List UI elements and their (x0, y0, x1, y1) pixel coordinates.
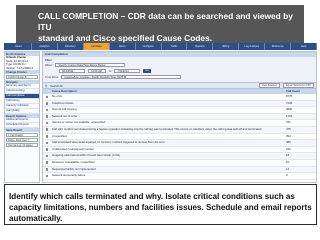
tab-call-data[interactable]: Call Data (83, 43, 110, 50)
count-cell: 239 (286, 146, 291, 151)
table-row[interactable]: Unspecified 394 (43, 134, 316, 141)
main-panel: Call Completion Filter When Specify Cust… (42, 51, 317, 183)
from-time-input[interactable]: 12:00 AM (88, 69, 106, 73)
cause-cell: Network out of order (52, 113, 78, 118)
search-all-label[interactable]: Search All (50, 84, 63, 88)
save-report-header: Save Report (5, 128, 39, 133)
cluster-select[interactable]: CUCM Cluster B (6, 75, 38, 80)
count-cell: 14 (286, 166, 290, 171)
tab-traffic[interactable]: Traffic (162, 43, 188, 50)
table-row[interactable]: Network out of order 1133 (43, 113, 316, 121)
row-checkbox[interactable] (45, 128, 49, 132)
title-banner: CALL COMPLETION – CDR data can be search… (16, 5, 304, 43)
table-row[interactable]: Requested facility not implemented 14 (43, 166, 316, 174)
saved-report-select[interactable]: 1 Call Quality (6, 133, 38, 138)
cause-cell: Outgoing calls barred within Closed User… (52, 153, 121, 158)
table-row[interactable]: Outgoing calls barred within Closed User… (43, 153, 316, 160)
tab-analytics[interactable]: Analytics (32, 43, 58, 50)
view-selected-button[interactable]: View Selected (258, 82, 280, 89)
tab-log-analysis[interactable]: Log Analysis (239, 43, 266, 50)
count-cell: 9 (286, 173, 288, 178)
row-checkbox[interactable] (45, 168, 49, 171)
export-select[interactable]: Internal Log_ful jasper (6, 143, 38, 148)
date-range-row: 8/14/2011 12:00 AM to 7/11/2013 Go (59, 69, 151, 73)
cause-cell: Call split. A call is terminated during … (52, 126, 263, 131)
tab-reports[interactable]: Reports (187, 43, 214, 50)
table-row[interactable]: Call split. A call is terminated during … (43, 126, 316, 134)
cause-cell: Unspecified (52, 133, 67, 138)
tab-billing[interactable]: Billing (213, 43, 240, 50)
from-date-input[interactable]: 8/14/2011 (59, 69, 85, 73)
count-cell: 475 (286, 126, 291, 131)
row-checkbox[interactable] (45, 135, 49, 138)
when-select[interactable]: Specify Custom Date/Time Range Below (55, 63, 126, 67)
row-checkbox[interactable] (45, 148, 49, 151)
timezone-select[interactable]: America/Los_Angeles - Pacific Daylight T… (61, 75, 182, 79)
row-checkbox[interactable] (45, 95, 49, 99)
count-cell: 781 (286, 120, 291, 125)
row-checkbox[interactable] (45, 174, 49, 178)
table-row[interactable]: Resource unavailable, unspecified 16 (43, 160, 316, 167)
row-checkbox[interactable] (45, 154, 49, 158)
table-row[interactable]: Telephony blocks 7445 (43, 100, 316, 108)
row-checkbox[interactable] (45, 141, 49, 145)
go-button[interactable]: Go (143, 69, 151, 73)
table-row[interactable]: Normal call clearing 3890 (43, 107, 316, 114)
row-checkbox[interactable] (45, 121, 49, 125)
when-row: When Specify Custom Date/Time Range Belo… (45, 63, 126, 67)
timezone-label: Time Zone (45, 75, 59, 79)
tab-alerts[interactable]: Alerts (110, 43, 136, 50)
row-checkbox[interactable] (45, 115, 49, 118)
cause-cell: Call terminated when least-squared, or r… (52, 140, 166, 145)
export-csv-button[interactable]: Export Selected to CSV (282, 82, 314, 89)
tab-configure[interactable]: Configure (136, 43, 162, 50)
cause-cell: No error (52, 94, 63, 98)
caption-text: Identify which calls terminated and why.… (9, 192, 312, 223)
cause-cell: Telephony blocks (52, 100, 74, 105)
cause-cell: Resource unavailable, unspecified (52, 159, 95, 164)
top-nav: Users Analytics Directory Call Data Aler… (4, 43, 318, 50)
tab-reference[interactable]: Reference (265, 43, 292, 50)
table-row[interactable]: Unallocated (unassigned) number 239 (43, 147, 316, 154)
tab-users[interactable]: Users (6, 43, 32, 50)
count-cell: 16 (286, 159, 290, 164)
count-cell: 7445 (286, 100, 293, 105)
table-row[interactable]: Network temporarily failure 9 (43, 173, 316, 180)
timezone-row: Time Zone America/Los_Angeles - Pacific … (45, 75, 182, 79)
tab-directory[interactable]: Directory (58, 43, 84, 50)
count-cell: 1133 (286, 113, 293, 118)
count-cell: 3890 (286, 107, 293, 112)
cause-cell: Unallocated (unassigned) number (52, 146, 94, 151)
change-cluster-header: Change Cluster (5, 70, 39, 75)
caption-box: Identify which calls terminated and why.… (4, 184, 317, 225)
search-icon[interactable]: ⚲ (45, 84, 47, 88)
title-line-1: CALL COMPLETION – CDR data can be search… (38, 11, 293, 32)
count-cell: 18 (286, 153, 290, 158)
search-bar: ⚲ Search All View Selected Export Select… (43, 82, 316, 89)
cause-cell: Normal call clearing (52, 107, 77, 112)
filter-header: Filter (45, 58, 52, 62)
cause-cell: Service or option not available, unspeci… (52, 120, 106, 125)
table-row[interactable]: Call terminated when least-squared, or r… (43, 140, 316, 147)
cause-cell: Requested facility not implemented (52, 166, 96, 171)
to-label: to (109, 69, 112, 73)
left-sidebar: North America Orlando Cluster Node: 10.2… (4, 51, 40, 183)
row-checkbox[interactable] (45, 161, 49, 165)
filter-section: Filter When Specify Custom Date/Time Ran… (43, 57, 316, 83)
date-select[interactable]: Today, Wed, Aug 7 (6, 138, 38, 143)
table-row[interactable]: Service or option not available, unspeci… (43, 120, 316, 127)
row-checkbox[interactable] (45, 102, 49, 105)
row-checkbox[interactable] (45, 108, 49, 112)
cause-cell: Network temporarily failure (52, 173, 86, 178)
count-cell: 386 (286, 140, 291, 145)
when-label: When (45, 63, 53, 67)
table-row[interactable]: No error 8776 (43, 94, 316, 101)
to-date-input[interactable]: 7/11/2013 (114, 69, 141, 73)
count-cell: 8776 (286, 94, 293, 98)
count-cell: 394 (286, 133, 291, 138)
tab-help[interactable]: Help (291, 43, 318, 50)
